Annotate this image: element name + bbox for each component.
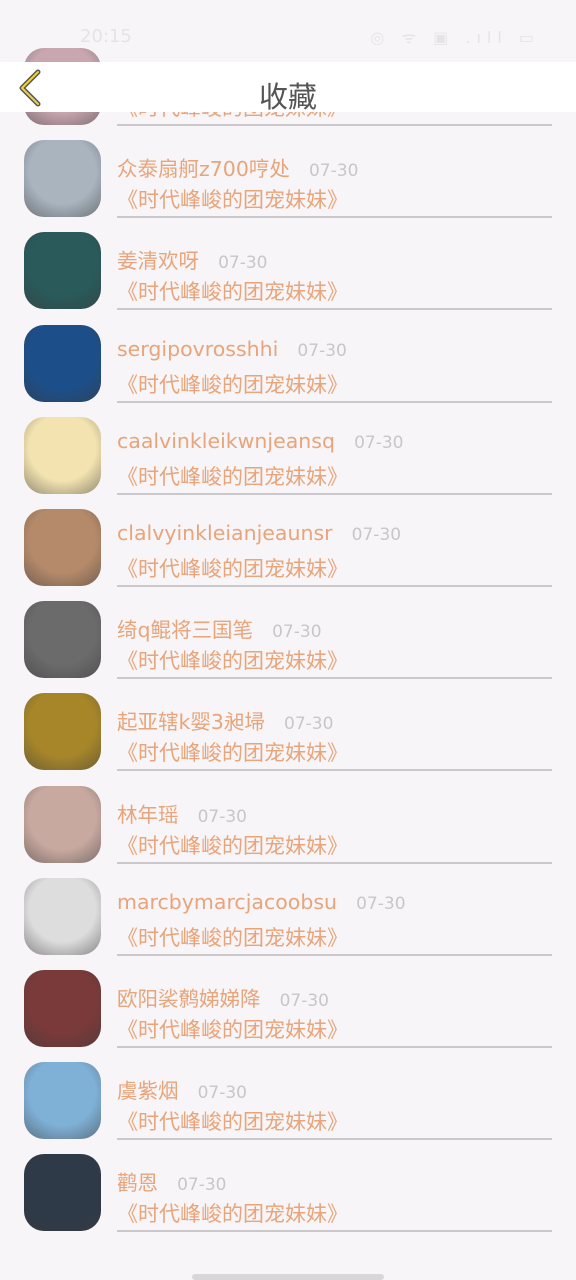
timestamp: 07-30: [272, 622, 322, 643]
timestamp: 07-30: [297, 340, 347, 361]
item-meta: clalvyinkleianjeaunsr 07-30: [117, 521, 401, 545]
avatar[interactable]: [24, 969, 101, 1047]
item-meta: 姜清欢呀 07-30: [117, 244, 268, 274]
timestamp: 07-30: [308, 161, 359, 182]
avatar[interactable]: [24, 877, 101, 955]
timestamp: 07-30: [218, 253, 268, 274]
user-name[interactable]: 林年瑶: [117, 803, 179, 827]
home-indicator[interactable]: [192, 1274, 384, 1280]
list-item[interactable]: sergipovrosshhi 07-30 《时代峰峻的团宠妹妹》: [0, 307, 576, 403]
avatar[interactable]: [24, 416, 101, 494]
page-title: 收藏: [258, 80, 317, 114]
header-bar: 收藏: [0, 62, 576, 114]
list-item[interactable]: clalvyinkleianjeaunsr 07-30 《时代峰峻的团宠妹妹》: [0, 491, 576, 587]
book-title[interactable]: 《时代峰峻的团宠妹妹》: [117, 184, 348, 214]
user-name[interactable]: caalvinkleikwnjeansq: [117, 429, 335, 453]
book-title[interactable]: 《时代峰峻的团宠妹妹》: [117, 922, 348, 952]
item-meta: 众泰扇舸z700哼处 07-30: [117, 152, 358, 182]
user-name[interactable]: 虞紫烟: [117, 1079, 179, 1103]
timestamp: 07-30: [354, 432, 404, 453]
avatar[interactable]: [24, 324, 101, 402]
list-item[interactable]: 众泰扇舸z700哼处 07-30 《时代峰峻的团宠妹妹》: [0, 122, 576, 219]
item-meta: marcbymarcjacoobsu 07-30: [117, 890, 406, 914]
avatar[interactable]: [24, 693, 101, 771]
timestamp: 07-30: [197, 806, 247, 827]
item-meta: sergipovrosshhi 07-30: [117, 337, 347, 361]
book-title[interactable]: 《时代峰峻的团宠妹妹》: [117, 461, 348, 491]
user-name[interactable]: 起亚辖k婴3昶埽: [117, 710, 265, 734]
list-item[interactable]: marcbymarcjacoobsu 07-30 《时代峰峻的团宠妹妹》: [0, 860, 576, 956]
list-item[interactable]: 起亚辖k婴3昶埽 07-30 《时代峰峻的团宠妹妹》: [0, 675, 576, 772]
avatar[interactable]: [24, 508, 101, 586]
list-item[interactable]: caalvinkleikwnjeansq 07-30 《时代峰峻的团宠妹妹》: [0, 399, 576, 495]
item-meta: 欧阳裟鹩娣娣降 07-30: [117, 982, 329, 1012]
avatar[interactable]: [24, 232, 101, 310]
user-name[interactable]: sergipovrosshhi: [117, 337, 278, 361]
avatar[interactable]: [24, 140, 101, 218]
item-meta: 起亚辖k婴3昶埽 07-30: [117, 705, 333, 735]
user-name[interactable]: 绮q鲲将三国笔: [117, 618, 253, 642]
item-meta: 绮q鲲将三国笔 07-30: [117, 613, 322, 643]
list-item[interactable]: 姜清欢呀 07-30 《时代峰峻的团宠妹妹》: [0, 214, 576, 311]
timestamp: 07-30: [197, 1083, 247, 1104]
list-item[interactable]: 鹳恩 07-30 《时代峰峻的团宠妹妹》: [0, 1136, 576, 1233]
list-item[interactable]: 虞紫烟 07-30 《时代峰峻的团宠妹妹》: [0, 1044, 576, 1141]
book-title[interactable]: 《时代峰峻的团宠妹妹》: [117, 369, 348, 399]
item-meta: 林年瑶 07-30: [117, 798, 247, 828]
list-item[interactable]: 欧阳裟鹩娣娣降 07-30 《时代峰峻的团宠妹妹》: [0, 952, 576, 1048]
divider: [117, 1230, 552, 1233]
book-title[interactable]: 《时代峰峻的团宠妹妹》: [117, 276, 348, 306]
item-meta: 鹳恩 07-30: [117, 1166, 227, 1196]
user-name[interactable]: 鹳恩: [117, 1171, 158, 1195]
book-title[interactable]: 《时代峰峻的团宠妹妹》: [117, 553, 348, 583]
list-item[interactable]: 绮q鲲将三国笔 07-30 《时代峰峻的团宠妹妹》: [0, 583, 576, 680]
book-title[interactable]: 《时代峰峻的团宠妹妹》: [117, 1106, 348, 1136]
user-name[interactable]: 欧阳裟鹩娣娣降: [117, 987, 261, 1011]
user-name[interactable]: clalvyinkleianjeaunsr: [117, 521, 333, 545]
timestamp: 07-30: [279, 990, 329, 1011]
favorites-list: everybody卵 07-31 《时代峰峻的团宠妹妹》 众泰扇舸z700哼处 …: [0, 48, 576, 1233]
timestamp: 07-30: [177, 1175, 227, 1196]
user-name[interactable]: marcbymarcjacoobsu: [117, 890, 337, 914]
timestamp: 07-30: [284, 714, 334, 735]
avatar[interactable]: [24, 601, 101, 679]
book-title[interactable]: 《时代峰峻的团宠妹妹》: [117, 645, 348, 675]
timestamp: 07-30: [351, 524, 402, 545]
list-item[interactable]: 林年瑶 07-30 《时代峰峻的团宠妹妹》: [0, 768, 576, 864]
item-meta: caalvinkleikwnjeansq 07-30: [117, 429, 403, 453]
book-title[interactable]: 《时代峰峻的团宠妹妹》: [117, 1198, 348, 1228]
user-name[interactable]: 姜清欢呀: [117, 249, 199, 273]
item-meta: 虞紫烟 07-30: [117, 1074, 247, 1104]
timestamp: 07-30: [356, 893, 406, 914]
user-name[interactable]: 众泰扇舸z700哼处: [117, 157, 290, 181]
avatar[interactable]: [24, 785, 101, 863]
book-title[interactable]: 《时代峰峻的团宠妹妹》: [117, 1014, 348, 1044]
book-title[interactable]: 《时代峰峻的团宠妹妹》: [117, 737, 348, 767]
avatar[interactable]: [24, 1062, 101, 1140]
book-title[interactable]: 《时代峰峻的团宠妹妹》: [117, 830, 348, 860]
avatar[interactable]: [24, 1154, 101, 1232]
